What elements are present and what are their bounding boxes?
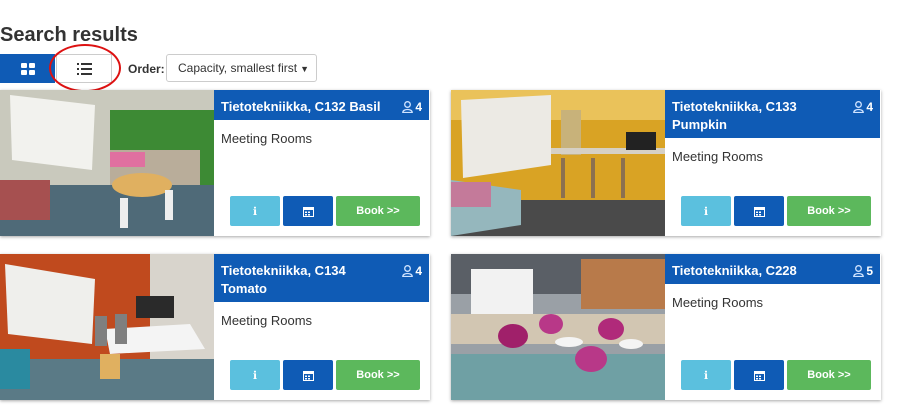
calendar-icon: [302, 370, 314, 381]
room-name: Tietotekniikka, C133 Pumpkin: [672, 99, 797, 132]
info-button[interactable]: ℹ: [681, 196, 731, 226]
capacity-value: 4: [415, 264, 422, 278]
info-icon: ℹ: [252, 205, 258, 218]
capacity-badge: 4: [402, 262, 422, 280]
room-name: Tietotekniikka, C134 Tomato: [221, 263, 346, 296]
room-name: Tietotekniikka, C228: [672, 263, 797, 278]
info-icon: ℹ: [703, 369, 709, 382]
calendar-button[interactable]: [734, 196, 784, 226]
info-button[interactable]: ℹ: [230, 196, 280, 226]
room-title[interactable]: Tietotekniikka, C133 Pumpkin 4: [665, 90, 880, 138]
chevron-down-icon: ▼: [300, 64, 309, 74]
user-icon: [402, 101, 414, 113]
room-title[interactable]: Tietotekniikka, C134 Tomato 4: [214, 254, 429, 302]
info-button[interactable]: ℹ: [230, 360, 280, 390]
calendar-button[interactable]: [734, 360, 784, 390]
room-photo[interactable]: [451, 254, 665, 400]
order-select[interactable]: Capacity, smallest first ▼: [166, 54, 317, 82]
user-icon: [402, 265, 414, 277]
grid-view-icon: [20, 62, 35, 75]
room-card: Tietotekniikka, C228 5 Meeting Rooms ℹ B…: [451, 254, 881, 400]
order-label: Order:: [128, 62, 165, 76]
room-category: Meeting Rooms: [221, 131, 313, 146]
capacity-badge: 4: [402, 98, 422, 116]
info-icon: ℹ: [252, 369, 258, 382]
user-icon: [853, 101, 865, 113]
book-button[interactable]: Book >>: [336, 360, 420, 390]
info-button[interactable]: ℹ: [681, 360, 731, 390]
user-icon: [853, 265, 865, 277]
calendar-icon: [302, 206, 314, 217]
list-view-icon: [76, 62, 92, 75]
room-card: Tietotekniikka, C133 Pumpkin 4 Meeting R…: [451, 90, 881, 236]
capacity-value: 4: [866, 100, 873, 114]
room-category: Meeting Rooms: [672, 149, 764, 164]
room-category: Meeting Rooms: [672, 295, 764, 310]
capacity-badge: 5: [853, 262, 873, 280]
list-view-button[interactable]: [56, 54, 112, 83]
room-name: Tietotekniikka, C132 Basil: [221, 99, 381, 114]
room-category: Meeting Rooms: [221, 313, 313, 328]
room-title[interactable]: Tietotekniikka, C132 Basil 4: [214, 90, 429, 120]
room-title[interactable]: Tietotekniikka, C228 5: [665, 254, 880, 284]
book-button[interactable]: Book >>: [787, 196, 871, 226]
grid-view-button[interactable]: [0, 54, 55, 83]
room-card: Tietotekniikka, C134 Tomato 4 Meeting Ro…: [0, 254, 430, 400]
room-photo[interactable]: [0, 254, 214, 400]
info-icon: ℹ: [703, 205, 709, 218]
calendar-icon: [753, 370, 765, 381]
page-title: Search results: [0, 24, 138, 46]
room-photo[interactable]: [0, 90, 214, 236]
book-button[interactable]: Book >>: [336, 196, 420, 226]
calendar-icon: [753, 206, 765, 217]
book-button[interactable]: Book >>: [787, 360, 871, 390]
capacity-value: 4: [415, 100, 422, 114]
calendar-button[interactable]: [283, 196, 333, 226]
capacity-value: 5: [866, 264, 873, 278]
calendar-button[interactable]: [283, 360, 333, 390]
room-card: Tietotekniikka, C132 Basil 4 Meeting Roo…: [0, 90, 430, 236]
order-select-value: Capacity, smallest first: [178, 61, 298, 75]
room-photo[interactable]: [451, 90, 665, 236]
capacity-badge: 4: [853, 98, 873, 116]
